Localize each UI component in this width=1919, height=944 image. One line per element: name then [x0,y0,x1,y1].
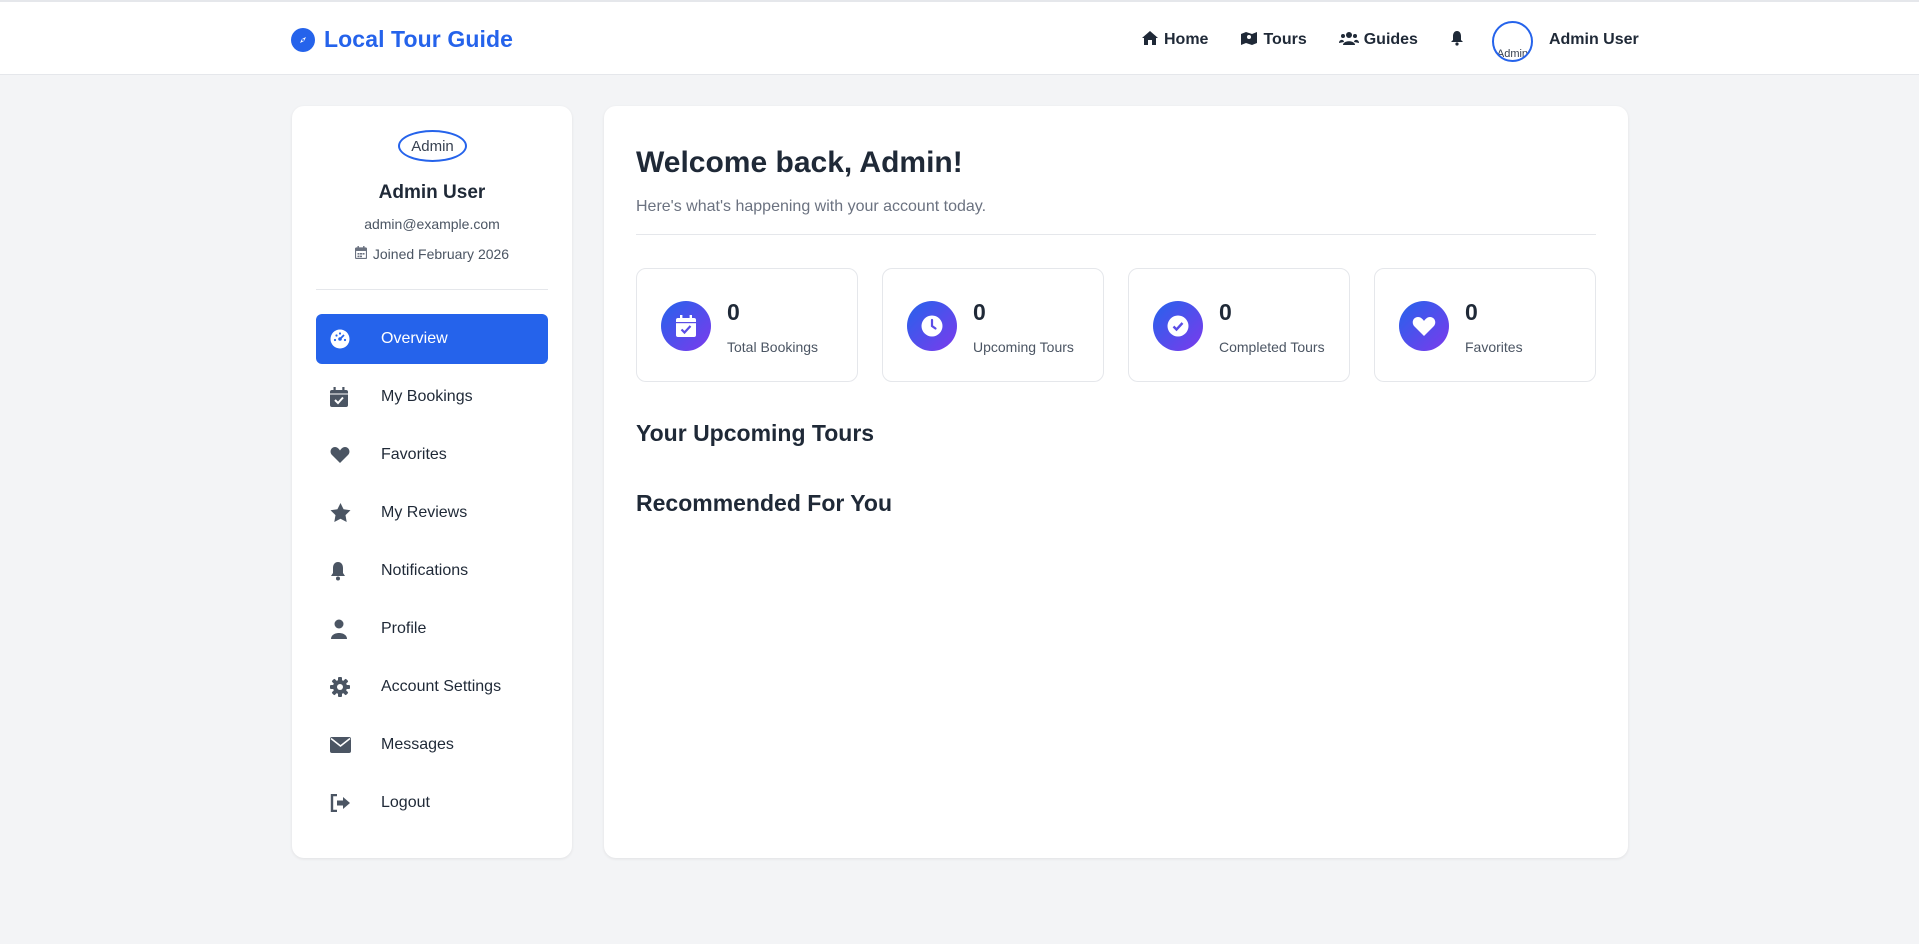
profile-joined-text: Joined February 2026 [372,246,510,262]
profile-name: Admin User [378,182,486,203]
heart-icon [1399,301,1449,351]
envelope-icon [330,734,356,756]
sidebar-item-my-reviews[interactable]: My Reviews [316,488,548,538]
heart-icon [330,444,356,466]
stat-value: 0 [1465,299,1478,325]
sidebar-item-label: Notifications [381,562,469,579]
star-icon [330,502,356,524]
compass-icon [291,27,315,52]
bell-icon [1450,30,1464,51]
stat-label: Favorites [1465,339,1523,355]
calendar-icon [354,246,367,262]
brand-name: Local Tour Guide [324,26,514,52]
sidebar-item-label: Overview [381,330,448,347]
stats-row: 0 Total Bookings 0 Upcoming Tours 0 Comp… [636,268,1596,382]
logout-icon [330,792,356,814]
stat-label: Total Bookings [727,339,819,355]
sidebar-item-favorites[interactable]: Favorites [316,430,548,480]
top-navbar: Local Tour Guide Home Tours Guides Admin… [0,0,1919,75]
nav-home-link[interactable]: Home [1141,30,1208,51]
sidebar-item-messages[interactable]: Messages [316,720,548,770]
sidebar-item-account-settings[interactable]: Account Settings [316,662,548,712]
sidebar-item-logout[interactable]: Logout [316,778,548,828]
user-avatar[interactable]: Admin [1491,20,1533,62]
sidebar-item-label: Profile [381,620,427,637]
sidebar-item-label: Favorites [381,446,447,463]
dashboard-main: Welcome back, Admin! Here's what's happe… [604,106,1628,858]
map-icon [1240,30,1258,51]
calendar-check-icon [330,386,356,408]
sidebar-item-notifications[interactable]: Notifications [316,546,548,596]
users-icon [1338,30,1359,51]
profile-email: admin@example.com [364,216,500,232]
profile-joined: Joined February 2026 [292,246,572,262]
stat-value: 0 [973,299,986,325]
sidebar-item-label: Account Settings [381,678,502,695]
home-icon [1141,30,1159,51]
stat-label: Upcoming Tours [973,339,1074,355]
bell-icon [330,560,356,582]
sidebar-item-label: Messages [381,736,454,753]
page-subtitle: Here's what's happening with your accoun… [636,198,987,215]
stat-label: Completed Tours [1219,339,1325,355]
sidebar-item-label: My Reviews [381,504,468,521]
sidebar-item-my-bookings[interactable]: My Bookings [316,372,548,422]
notifications-button[interactable] [1450,30,1464,51]
dashboard-icon [330,328,356,350]
stat-value: 0 [727,299,740,325]
nav-tours-link[interactable]: Tours [1240,30,1307,51]
nav-tours-label: Tours [1263,31,1307,48]
main-nav: Home Tours Guides Admin Admin User [1141,20,1639,62]
stat-value: 0 [1219,299,1232,325]
nav-home-label: Home [1164,31,1209,48]
stat-card-completed-tours: 0 Completed Tours [1128,268,1350,382]
upcoming-tours-title: Your Upcoming Tours [636,420,875,446]
nav-guides-link[interactable]: Guides [1338,30,1418,51]
main-divider [636,234,1596,235]
sidebar-item-overview[interactable]: Overview [316,314,548,364]
calendar-check-icon [661,301,711,351]
stat-card-upcoming-tours: 0 Upcoming Tours [882,268,1104,382]
nav-guides-label: Guides [1363,31,1418,48]
dashboard-sidebar: Admin Admin User admin@example.com Joine… [292,106,572,858]
stat-card-total-bookings: 0 Total Bookings [636,268,858,382]
profile-avatar: Admin [398,130,467,162]
clock-icon [907,301,957,351]
sidebar-item-label: My Bookings [381,388,473,405]
gear-icon [330,676,356,698]
recommended-title: Recommended For You [636,490,893,516]
sidebar-divider [316,289,548,290]
sidebar-item-profile[interactable]: Profile [316,604,548,654]
check-circle-icon [1153,301,1203,351]
user-menu-name[interactable]: Admin User [1549,31,1639,49]
stat-card-favorites: 0 Favorites [1374,268,1596,382]
sidebar-item-label: Logout [381,794,430,811]
page-title: Welcome back, Admin! [636,146,963,179]
brand-logo-link[interactable]: Local Tour Guide [291,26,513,53]
sidebar-menu: Overview My Bookings Favorites My Review… [316,314,548,836]
user-icon [330,618,356,640]
